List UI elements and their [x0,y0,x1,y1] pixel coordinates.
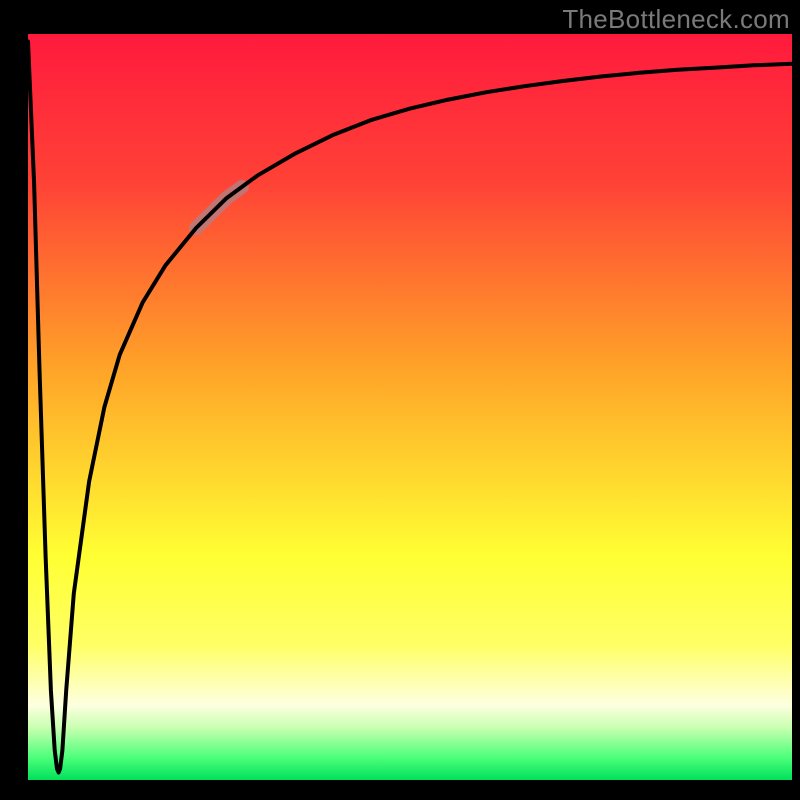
bottleneck-chart [0,0,800,800]
chart-container: { "watermark": "TheBottleneck.com", "cha… [0,0,800,800]
plot-background [28,34,792,780]
watermark-text: TheBottleneck.com [562,4,790,35]
